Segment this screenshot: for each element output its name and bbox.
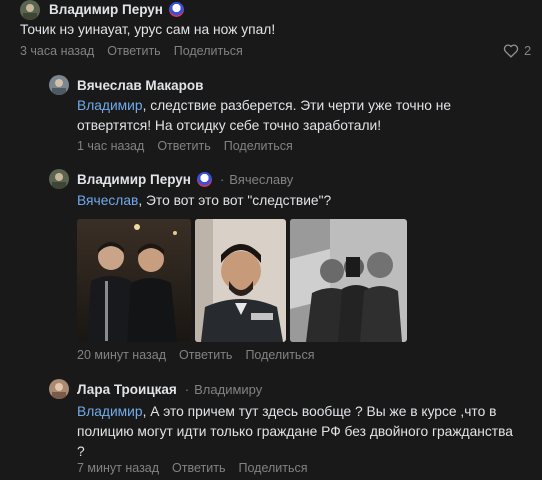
share-button[interactable]: Поделиться [174, 44, 243, 58]
avatar[interactable] [49, 379, 69, 399]
photo-group-in-uniform[interactable] [290, 219, 407, 342]
like-count: 2 [524, 43, 532, 58]
photo-man-in-uniform[interactable] [195, 219, 286, 342]
comment-text: Владимир, А это причем тут здесь вообще … [77, 404, 513, 459]
reply-to-link[interactable]: Вячеславу [229, 172, 293, 187]
avatar[interactable] [49, 169, 69, 189]
mention-link[interactable]: Вячеслав [77, 193, 138, 208]
comment-time[interactable]: 20 минут назад [77, 348, 166, 362]
comment-text: Владимир, следствие разберется. Эти черт… [77, 98, 452, 133]
reply-button[interactable]: Ответить [157, 139, 210, 153]
like-button[interactable]: 2 [503, 43, 531, 58]
comment-time[interactable]: 1 час назад [77, 139, 144, 153]
comment-time[interactable]: 3 часа назад [20, 44, 94, 58]
share-button[interactable]: Поделиться [238, 461, 307, 475]
comment-text: Точик нэ уинауат, урус сам на нож упал! [20, 22, 276, 37]
avatar[interactable] [49, 75, 69, 95]
reply-button[interactable]: Ответить [179, 348, 232, 362]
community-badge-icon [196, 172, 212, 187]
heart-icon [503, 44, 519, 58]
share-button[interactable]: Поделиться [245, 348, 314, 362]
comment-text: Вячеслав, Это вот это вот "следствие"? [77, 193, 332, 208]
comment-author[interactable]: Лара Троицкая [77, 382, 177, 397]
mention-link[interactable]: Владимир [77, 404, 143, 419]
reply-button[interactable]: Ответить [107, 44, 160, 58]
share-button[interactable]: Поделиться [224, 139, 293, 153]
avatar[interactable] [20, 0, 40, 20]
reply-button[interactable]: Ответить [172, 461, 225, 475]
comment-time[interactable]: 7 минут назад [77, 461, 159, 475]
reply-to-link[interactable]: Владимиру [194, 382, 262, 397]
community-badge-icon [168, 2, 184, 17]
comment-author[interactable]: Вячеслав Макаров [77, 78, 203, 93]
comment-author[interactable]: Владимир Перун [49, 2, 163, 17]
mention-link[interactable]: Владимир [77, 98, 143, 113]
comment-author[interactable]: Владимир Перун [77, 172, 191, 187]
photo-two-young-men[interactable] [77, 219, 191, 342]
